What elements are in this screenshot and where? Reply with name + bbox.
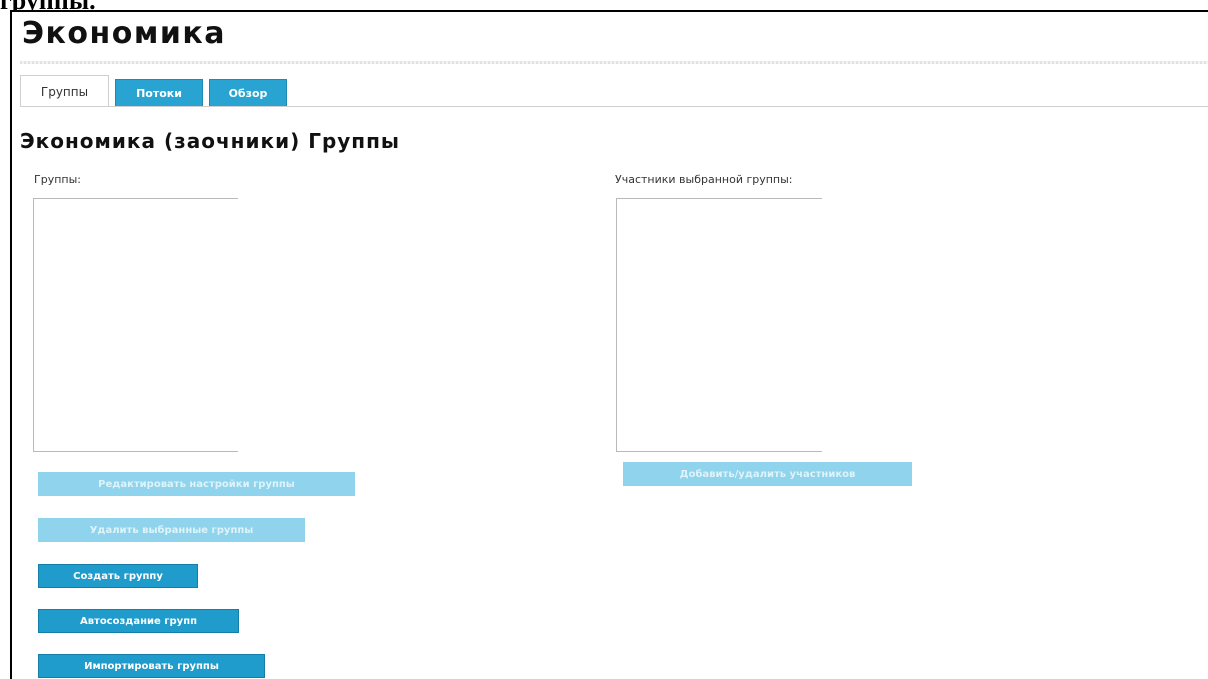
tab-streams[interactable]: Потоки [115,79,203,107]
section-title: Экономика (заочники) Группы [20,129,401,153]
create-group-button[interactable]: Создать группу [38,564,198,588]
tabs-divider [20,106,1208,107]
add-remove-members-button[interactable]: Добавить/удалить участников [623,462,912,486]
tab-groups[interactable]: Группы [20,75,109,107]
edit-group-settings-button[interactable]: Редактировать настройки группы [38,472,355,496]
import-groups-button[interactable]: Импортировать группы [38,654,265,678]
tab-overview[interactable]: Обзор [209,79,287,107]
groups-label: Группы: [34,173,81,186]
delete-selected-groups-button[interactable]: Удалить выбранные группы [38,518,305,542]
groups-listbox[interactable] [33,198,238,452]
members-listbox[interactable] [616,198,822,452]
title-divider [20,61,1208,64]
app-window: Экономика Группы Потоки Обзор Экономика … [10,10,1208,679]
tab-bar: Группы Потоки Обзор [20,75,293,107]
members-label: Участники выбранной группы: [615,173,793,186]
page-title: Экономика [22,16,226,51]
auto-create-groups-button[interactable]: Автосоздание групп [38,609,239,633]
